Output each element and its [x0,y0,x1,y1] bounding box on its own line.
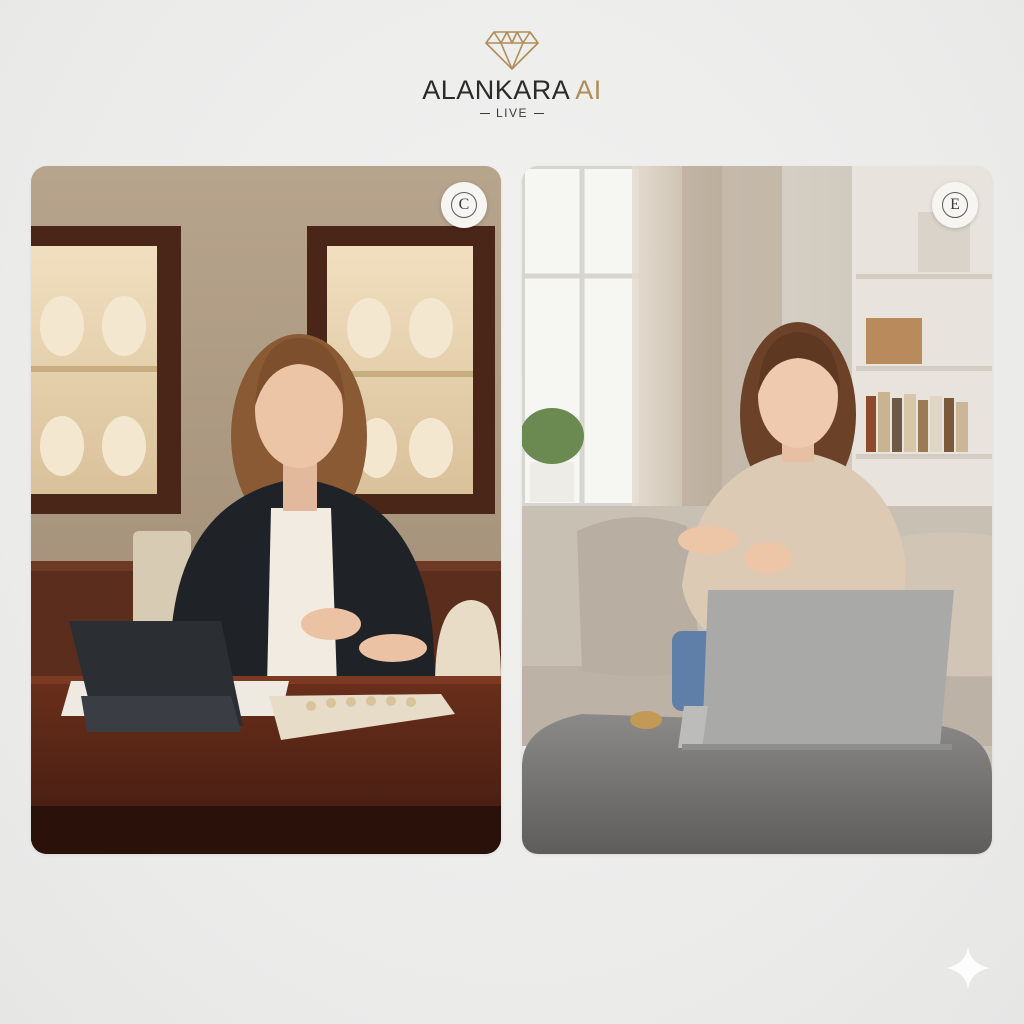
video-panel-consultant[interactable]: C [31,166,501,854]
brand-header: ALANKARA AI LIVE [0,28,1024,120]
sparkle-icon [946,946,990,990]
badge-letter: C [451,192,477,218]
brand-name: ALANKARA [422,75,569,105]
diamond-icon [485,31,539,70]
customer-video-feed [522,166,992,854]
participant-badge-customer[interactable]: E [932,182,978,228]
video-panel-customer[interactable]: E [522,166,992,854]
divider [479,112,490,114]
brand-subtitle: LIVE [0,106,1024,120]
brand-ai-suffix: AI [575,75,602,105]
consultant-video-feed [31,166,501,854]
app-screen: ALANKARA AI LIVE C E [0,0,1024,1024]
badge-letter: E [942,192,968,218]
live-label: LIVE [495,106,528,120]
divider [534,112,544,114]
brand-wordmark: ALANKARA AI [0,74,1024,106]
participant-badge-consultant[interactable]: C [441,182,487,228]
